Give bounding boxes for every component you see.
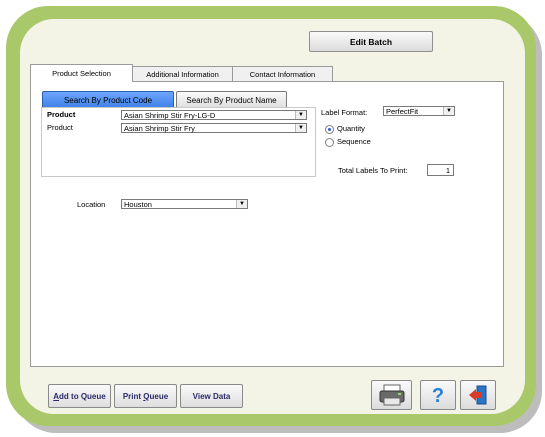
edit-batch-button[interactable]: Edit Batch [309,31,433,52]
product-select-2-value: Asian Shrimp Stir Fry [124,124,195,133]
label-format-select[interactable]: PerfectFit ▼ [383,106,455,116]
print-button[interactable] [371,380,412,410]
view-data-button[interactable]: View Data [180,384,243,408]
chevron-down-icon[interactable]: ▼ [443,107,454,115]
location-value: Houston [124,200,152,209]
tab-product-selection[interactable]: Product Selection [30,64,133,82]
add-to-queue-button[interactable]: Add to Queue [48,384,111,408]
add-to-queue-label: dd to Queue [59,391,106,401]
print-queue-prefix: Print [122,391,144,401]
chevron-down-icon[interactable]: ▼ [295,124,306,132]
label-format-value: PerfectFit [386,107,419,116]
quantity-label: Quantity [337,124,365,133]
exit-icon [469,385,487,405]
tab-contact-information[interactable]: Contact Information [232,66,333,82]
print-queue-rest: ueue [149,391,169,401]
product-label: Product [47,123,73,132]
product-select-1-value: Asian Shrimp Stir Fry-LG-D [124,111,216,120]
help-icon: ? [432,385,444,406]
location-select[interactable]: Houston ▼ [121,199,248,209]
quantity-radio[interactable] [325,125,334,134]
tab-additional-information[interactable]: Additional Information [131,66,234,82]
chevron-down-icon[interactable]: ▼ [236,200,247,208]
product-select-1[interactable]: Asian Shrimp Stir Fry-LG-D ▼ [121,110,307,120]
product-select-2[interactable]: Asian Shrimp Stir Fry ▼ [121,123,307,133]
total-labels-label: Total Labels To Print: [338,166,408,175]
chevron-down-icon[interactable]: ▼ [295,111,306,119]
location-label: Location [77,200,106,209]
sequence-radio[interactable] [325,138,334,147]
exit-button[interactable] [460,380,496,410]
print-queue-button[interactable]: Print Queue [114,384,177,408]
product-label: Product [47,110,76,119]
help-button[interactable]: ? [420,380,456,410]
svg-text:?: ? [432,385,444,406]
total-labels-input[interactable]: 1 [427,164,454,176]
printer-icon [379,384,404,406]
label-format-label: Label Format: [321,108,368,117]
sequence-label: Sequence [337,137,371,146]
